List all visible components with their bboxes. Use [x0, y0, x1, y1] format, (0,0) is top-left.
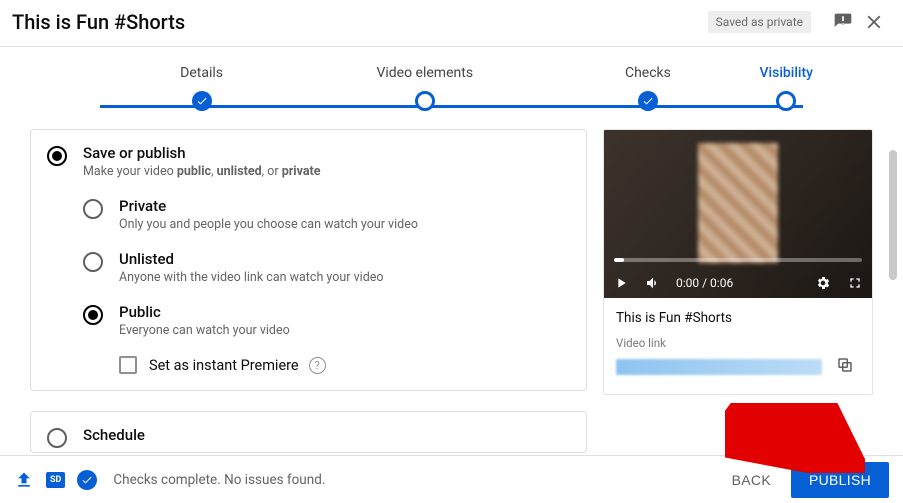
- option-schedule[interactable]: Schedule: [47, 426, 570, 448]
- step-visibility[interactable]: Visibility: [760, 65, 813, 111]
- option-title: Save or publish: [83, 144, 321, 162]
- radio-icon[interactable]: [83, 199, 103, 219]
- option-unlisted[interactable]: Unlisted Anyone with the video link can …: [83, 250, 570, 299]
- check-icon: [192, 91, 212, 111]
- copy-link-icon[interactable]: [830, 350, 860, 380]
- step-hollow-icon: [776, 91, 796, 111]
- option-private[interactable]: Private Only you and people you choose c…: [83, 197, 570, 246]
- video-progress-bar[interactable]: [614, 258, 862, 262]
- option-save-or-publish[interactable]: Save or publish Make your video public, …: [47, 144, 570, 193]
- step-label: Visibility: [760, 65, 813, 81]
- option-desc: Anyone with the video link can watch you…: [119, 270, 384, 285]
- sd-badge: SD: [46, 472, 65, 488]
- step-checks[interactable]: Checks: [536, 65, 759, 111]
- save-or-publish-card: Save or publish Make your video public, …: [30, 129, 587, 391]
- visibility-options-pane: Save or publish Make your video public, …: [0, 129, 603, 465]
- check-icon: [638, 91, 658, 111]
- checks-passed-icon: [77, 470, 97, 490]
- dialog-footer: SD Checks complete. No issues found. BAC…: [0, 455, 903, 503]
- checkbox-icon[interactable]: [119, 356, 137, 374]
- premiere-label: Set as instant Premiere: [149, 357, 299, 374]
- dialog-header: This is Fun #Shorts Saved as private: [0, 0, 903, 47]
- video-link-label: Video link: [616, 336, 860, 350]
- video-title: This is Fun #Shorts: [12, 10, 708, 34]
- volume-icon[interactable]: [644, 274, 662, 292]
- radio-icon[interactable]: [83, 252, 103, 272]
- video-link[interactable]: [616, 359, 822, 375]
- close-icon[interactable]: [863, 11, 885, 33]
- video-controls: 0:00 / 0:06: [612, 274, 864, 292]
- step-label: Details: [180, 65, 223, 81]
- option-public[interactable]: Public Everyone can watch your video: [83, 303, 570, 352]
- option-desc: Everyone can watch your video: [119, 323, 290, 338]
- preview-pane: 0:00 / 0:06 This is Fun #Shorts Video li…: [603, 129, 903, 465]
- saved-as-private-badge: Saved as private: [708, 11, 811, 33]
- option-title: Unlisted: [119, 250, 384, 268]
- option-title: Private: [119, 197, 418, 215]
- step-hollow-icon: [415, 91, 435, 111]
- option-desc: Only you and people you choose can watch…: [119, 217, 418, 232]
- radio-icon[interactable]: [47, 146, 67, 166]
- fullscreen-icon[interactable]: [846, 274, 864, 292]
- video-time: 0:00 / 0:06: [676, 276, 733, 290]
- settings-icon[interactable]: [814, 274, 832, 292]
- schedule-card: Schedule: [30, 411, 587, 453]
- step-details[interactable]: Details: [90, 65, 313, 111]
- preview-video-title: This is Fun #Shorts: [616, 310, 860, 326]
- pixelated-overlay: [698, 143, 778, 263]
- feedback-icon[interactable]: [833, 12, 853, 32]
- option-title: Public: [119, 303, 290, 321]
- publish-button[interactable]: PUBLISH: [791, 462, 889, 498]
- option-desc: Make your video public, unlisted, or pri…: [83, 164, 321, 179]
- option-title: Schedule: [83, 426, 145, 444]
- step-video-elements[interactable]: Video elements: [313, 65, 536, 111]
- radio-icon[interactable]: [83, 305, 103, 325]
- radio-icon[interactable]: [47, 428, 67, 448]
- play-icon[interactable]: [612, 274, 630, 292]
- upload-complete-icon: [14, 470, 34, 490]
- step-label: Checks: [625, 65, 671, 81]
- video-thumbnail[interactable]: 0:00 / 0:06: [604, 130, 872, 298]
- checks-status-text: Checks complete. No issues found.: [113, 472, 325, 488]
- scrollbar[interactable]: [889, 150, 897, 280]
- upload-stepper: Details Video elements Checks Visibility: [0, 47, 903, 115]
- dialog-content: Save or publish Make your video public, …: [0, 115, 903, 465]
- step-label: Video elements: [376, 65, 473, 81]
- video-preview-card: 0:00 / 0:06 This is Fun #Shorts Video li…: [603, 129, 873, 395]
- instant-premiere-row[interactable]: Set as instant Premiere ?: [119, 356, 570, 374]
- back-button[interactable]: BACK: [718, 464, 785, 496]
- preview-meta: This is Fun #Shorts Video link: [604, 298, 872, 394]
- help-icon[interactable]: ?: [309, 357, 326, 374]
